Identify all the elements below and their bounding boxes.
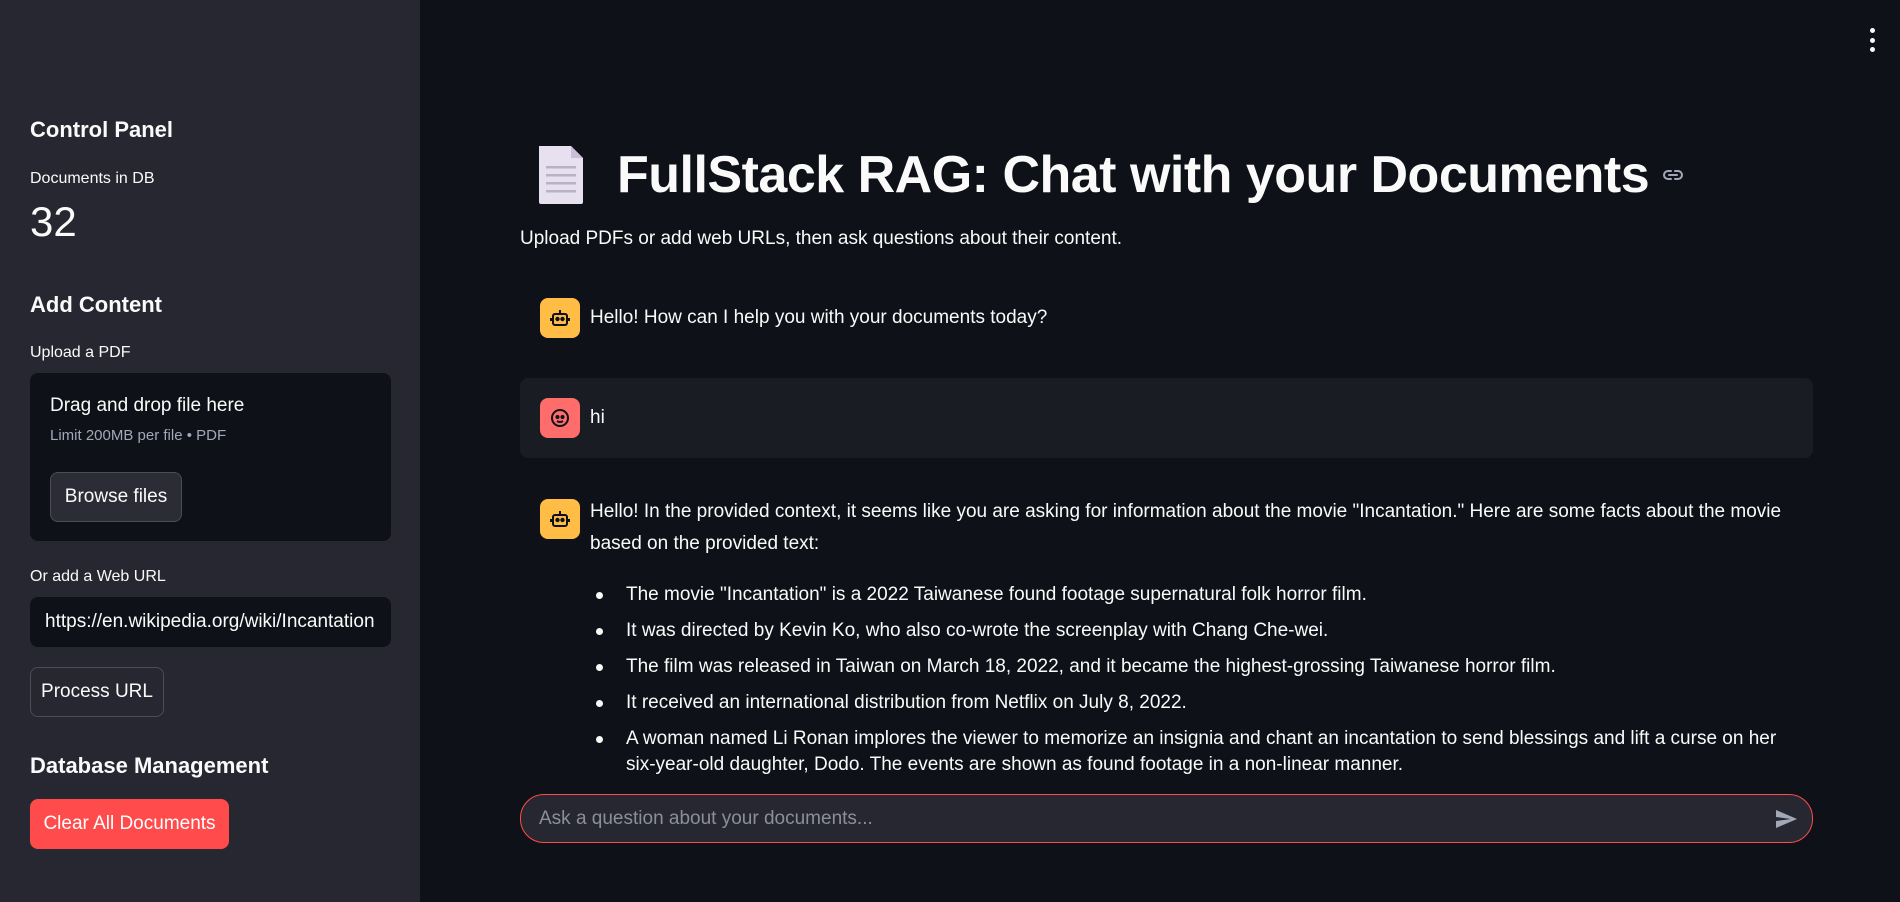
database-management-heading: Database Management bbox=[30, 753, 269, 778]
main-area: FullStack RAG: Chat with your Documents … bbox=[420, 0, 1900, 902]
browse-files-button[interactable]: Browse files bbox=[50, 472, 182, 522]
documents-metric-value: 32 bbox=[30, 198, 77, 245]
chat-message-assistant: Hello! How can I help you with your docu… bbox=[520, 290, 1813, 346]
chat-input[interactable] bbox=[539, 795, 1739, 842]
send-icon[interactable] bbox=[1774, 807, 1798, 831]
clear-all-documents-button[interactable]: Clear All Documents bbox=[30, 799, 229, 849]
page-header: FullStack RAG: Chat with your Documents bbox=[535, 140, 1685, 210]
page-title: FullStack RAG: Chat with your Documents bbox=[617, 146, 1650, 204]
message-text: hi bbox=[590, 407, 605, 428]
sidebar: Control Panel Documents in DB 32 Add Con… bbox=[0, 0, 420, 902]
list-item: The film was released in Taiwan on March… bbox=[590, 654, 1790, 680]
dropzone-title: Drag and drop file here bbox=[50, 395, 245, 416]
dropzone-limit-text: Limit 200MB per file • PDF bbox=[50, 427, 227, 444]
file-dropzone[interactable]: Drag and drop file here Limit 200MB per … bbox=[30, 373, 391, 541]
list-item: A woman named Li Ronan implores the view… bbox=[590, 726, 1790, 776]
list-item: It received an international distributio… bbox=[590, 690, 1790, 716]
chat-message-assistant: Hello! In the provided context, it seems… bbox=[520, 496, 1813, 776]
face-icon bbox=[540, 398, 580, 438]
web-url-label: Or add a Web URL bbox=[30, 568, 166, 585]
message-bullet-list: The movie "Incantation" is a 2022 Taiwan… bbox=[590, 582, 1790, 776]
list-item: The movie "Incantation" is a 2022 Taiwan… bbox=[590, 582, 1790, 608]
message-text: Hello! How can I help you with your docu… bbox=[590, 307, 1048, 328]
add-content-heading: Add Content bbox=[30, 292, 162, 317]
documents-metric-label: Documents in DB bbox=[30, 170, 155, 187]
process-url-button[interactable]: Process URL bbox=[30, 667, 164, 717]
list-item: It was directed by Kevin Ko, who also co… bbox=[590, 618, 1790, 644]
control-panel-heading: Control Panel bbox=[30, 117, 174, 142]
document-icon bbox=[539, 146, 583, 204]
message-text: Hello! In the provided context, it seems… bbox=[590, 501, 1782, 554]
web-url-input[interactable] bbox=[30, 597, 391, 647]
link-icon[interactable] bbox=[1661, 163, 1685, 187]
chat-message-user: hi bbox=[520, 378, 1813, 458]
page-subtitle: Upload PDFs or add web URLs, then ask qu… bbox=[520, 228, 1123, 249]
upload-pdf-label: Upload a PDF bbox=[30, 344, 131, 361]
chat-input-container bbox=[520, 794, 1813, 843]
robot-icon bbox=[540, 499, 580, 539]
robot-icon bbox=[540, 298, 580, 338]
kebab-menu-icon[interactable] bbox=[1864, 28, 1880, 52]
